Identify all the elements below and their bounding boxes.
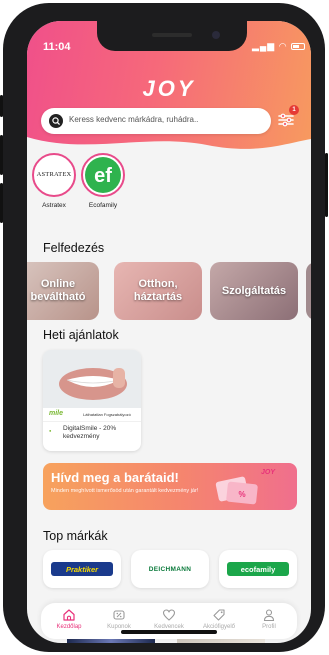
- category-card-next[interactable]: [306, 262, 311, 320]
- smile-illustration: [43, 350, 141, 408]
- brand-card-ecofamily[interactable]: ecofamily: [219, 550, 297, 588]
- invite-friends-banner[interactable]: Hívd meg a barátaid! Minden meghívott is…: [43, 463, 297, 510]
- speaker: [152, 33, 192, 37]
- brand-avatar: ef: [81, 153, 125, 197]
- home-indicator[interactable]: [121, 630, 217, 634]
- ecofamily-logo: ef: [85, 157, 121, 193]
- brand-card-praktiker[interactable]: Praktiker: [43, 550, 121, 588]
- offer-image: [43, 350, 141, 408]
- phone-frame: 11:04 ▂▄▆ ◠ JOY Keress kedvenc márkádra,…: [0, 3, 328, 652]
- camera: [212, 31, 220, 39]
- ecofamily-logo-text: ef: [94, 165, 112, 187]
- signal-icon: ▂▄▆: [252, 41, 276, 51]
- category-card-home[interactable]: Otthon, háztartás: [114, 262, 202, 320]
- favorite-brand-ecofamily[interactable]: ef Ecofamily: [81, 153, 125, 209]
- brand-logo: Praktiker: [51, 562, 113, 576]
- side-button: [325, 153, 328, 217]
- favorite-brand-name: Ecofamily: [88, 202, 118, 209]
- favorite-brand-astratex[interactable]: ASTRATEX Astratex: [32, 153, 76, 209]
- tab-profile[interactable]: Profil: [244, 608, 294, 630]
- category-card-online[interactable]: Online beváltható: [27, 262, 99, 320]
- search-placeholder: Keress kedvenc márkádra, ruhádra..: [69, 115, 199, 124]
- side-button: [0, 183, 3, 223]
- wifi-icon: ◠: [278, 41, 288, 51]
- astratex-logo: ASTRATEX: [36, 171, 72, 178]
- offer-strip-text: Láthatatlan Fogszabályozó: [83, 412, 131, 417]
- offer-brand-logo: ●: [49, 428, 52, 433]
- brand-avatar: ASTRATEX: [32, 153, 76, 197]
- tab-coupons[interactable]: Kuponok: [94, 608, 144, 630]
- filter-badge: 1: [289, 105, 299, 115]
- notch: [97, 21, 247, 51]
- tab-deal-watch[interactable]: Akciófigyelő: [194, 608, 244, 630]
- search-icon: [49, 114, 63, 128]
- category-card-services[interactable]: Szolgáltatás: [210, 262, 298, 320]
- banner-subtitle: Minden meghívott ismerősöd után garantál…: [51, 488, 199, 494]
- offer-title: DigitalSmile - 20% kedvezmény: [63, 425, 117, 440]
- section-title-top-brands: Top márkák: [43, 529, 108, 543]
- weekly-offer-card[interactable]: mile Láthatatlan Fogszabályozó ● Digital…: [43, 350, 141, 451]
- brand-logo: ecofamily: [227, 562, 289, 576]
- brand-card-deichmann[interactable]: DEICHMANN: [131, 550, 209, 588]
- app-logo: JOY: [142, 76, 196, 101]
- favorite-brand-name: Astratex: [42, 202, 66, 209]
- tab-favorites[interactable]: Kedvencek: [144, 608, 194, 630]
- category-label: Online beváltható: [30, 278, 86, 303]
- coupon-icon: [113, 610, 125, 620]
- side-button: [0, 95, 3, 117]
- search-bar[interactable]: Keress kedvenc márkádra, ruhádra..: [41, 108, 271, 134]
- tab-home[interactable]: Kezdőlap: [44, 608, 94, 630]
- banner-logo: JOY: [261, 469, 276, 476]
- banner-title: Hívd meg a barátaid!: [51, 470, 179, 485]
- tab-label: Kezdőlap: [56, 624, 82, 630]
- home-icon: [63, 609, 75, 621]
- offer-brand-mark: mile: [49, 410, 64, 417]
- battery-icon: [291, 43, 306, 51]
- brand-logo: DEICHMANN: [139, 562, 201, 576]
- category-label: Otthon, háztartás: [133, 278, 183, 303]
- status-icons: ▂▄▆ ◠: [252, 41, 306, 52]
- tag-icon: [213, 609, 225, 621]
- section-title-discover: Felfedezés: [43, 241, 105, 255]
- status-time: 11:04: [43, 41, 71, 53]
- offer-strip: mile Láthatatlan Fogszabályozó: [43, 408, 141, 422]
- heart-icon: [162, 609, 176, 621]
- side-button: [0, 135, 3, 175]
- tab-label: Profil: [262, 624, 276, 630]
- app-screen: 11:04 ▂▄▆ ◠ JOY Keress kedvenc márkádra,…: [27, 21, 311, 643]
- coupon-illustration: %: [215, 476, 258, 505]
- svg-text:%: %: [238, 490, 245, 499]
- category-label: Szolgáltatás: [221, 284, 287, 297]
- user-icon: [263, 609, 275, 622]
- section-title-weekly: Heti ajánlatok: [43, 328, 119, 342]
